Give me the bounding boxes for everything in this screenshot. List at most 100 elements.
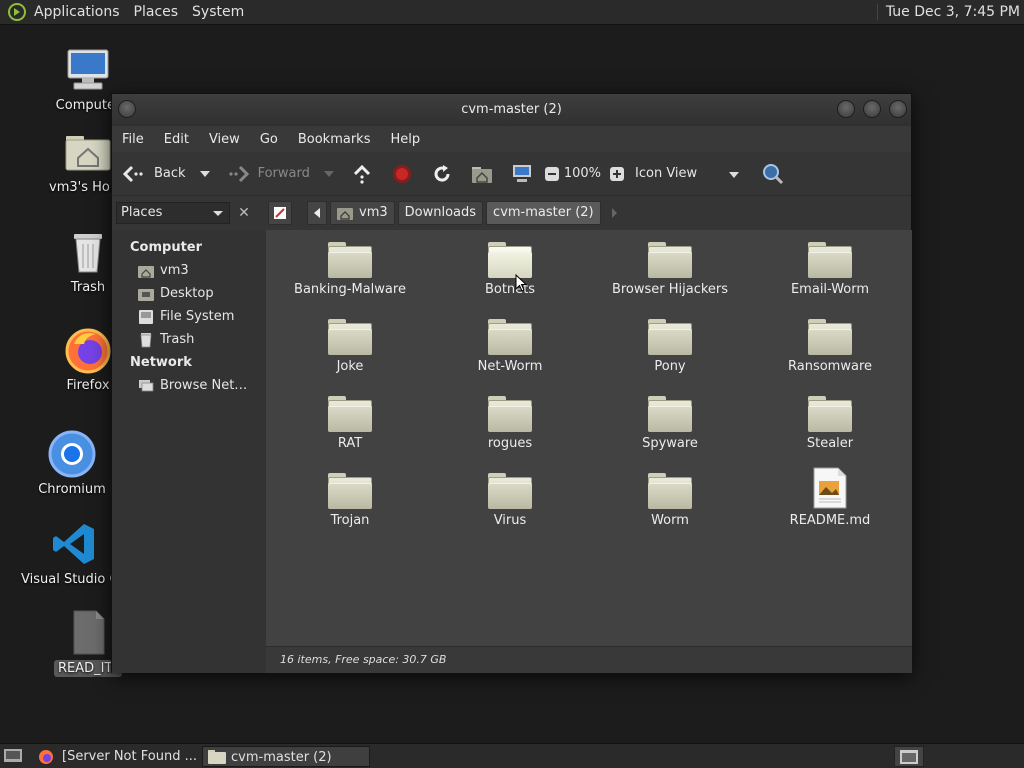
folder-item[interactable]: Ransomware [750,317,910,374]
chromium-icon [48,430,96,478]
toggle-location-entry-button[interactable] [268,201,292,225]
forward-arrow-icon [226,162,250,186]
vscode-icon [50,520,98,568]
folder-icon [328,394,372,432]
chevron-left-icon [314,208,320,218]
reload-icon[interactable] [430,162,454,186]
menu-go[interactable]: Go [260,132,278,147]
folder-item[interactable]: Stealer [750,394,910,451]
task-label: [Server Not Found ... [62,749,197,764]
task-label: cvm-master (2) [231,750,332,765]
text-file-icon [64,608,112,656]
folder-item[interactable]: Joke [270,317,430,374]
zoom-in-icon[interactable] [609,162,625,186]
item-label: Stealer [806,436,854,451]
folder-item[interactable]: Banking-Malware [270,240,430,297]
folder-item[interactable]: Net-Worm [430,317,590,374]
minimize-button[interactable] [837,100,855,118]
stop-icon[interactable] [390,162,414,186]
breadcrumb-downloads[interactable]: Downloads [397,201,484,225]
top-panel: Applications Places System Tue Dec 3, 7:… [0,0,1024,25]
breadcrumb: vm3 Downloads cvm-master (2) [268,201,617,225]
folder-icon [808,240,852,278]
folder-icon [648,471,692,509]
item-label: Spyware [642,436,698,451]
taskbar-item-firefox[interactable]: [Server Not Found ... [34,746,200,767]
close-sidebar-icon[interactable]: ✕ [234,202,254,224]
file-item[interactable]: README.md [750,467,910,528]
item-label: rogues [487,436,533,451]
breadcrumb-home[interactable]: vm3 [330,201,395,225]
window-menu-button[interactable] [118,100,136,118]
menu-view[interactable]: View [209,132,240,147]
home-icon[interactable] [470,162,494,186]
menu-help[interactable]: Help [390,132,420,147]
folder-item[interactable]: Pony [590,317,750,374]
maximize-button[interactable] [863,100,881,118]
back-button[interactable]: Back [122,162,210,186]
item-label: RAT [337,436,363,451]
places-menu[interactable]: Places [134,4,179,20]
up-arrow-icon[interactable] [350,162,374,186]
distro-logo-icon[interactable] [8,3,26,21]
folder-item[interactable]: Spyware [590,394,750,451]
item-label: Banking-Malware [294,282,406,297]
sidebar-item-file-system[interactable]: File System [112,305,266,328]
folder-item[interactable]: Worm [590,471,750,528]
sidebar-item-desktop[interactable]: Desktop [112,282,266,305]
applications-menu[interactable]: Applications [34,4,120,20]
folder-icon [488,240,532,278]
chevron-right-icon[interactable] [611,208,617,218]
back-history-dropdown-icon[interactable] [199,170,210,177]
search-icon[interactable] [761,162,785,186]
zoom-level[interactable]: 100% [564,166,601,181]
folder-icon [488,471,532,509]
forward-button[interactable]: Forward [226,162,334,186]
menu-file[interactable]: File [122,132,144,147]
firefox-icon [39,750,53,764]
location-bar: Places ✕ vm3 Downloads cvm-master (2) [112,196,911,230]
item-label: Net-Worm [477,359,543,374]
folder-item[interactable]: rogues [430,394,590,451]
item-label: Trojan [330,513,370,528]
breadcrumb-current[interactable]: cvm-master (2) [486,201,601,225]
item-label: Virus [493,513,527,528]
clock[interactable]: Tue Dec 3, 7:45 PM [876,4,1020,20]
workspace-switcher[interactable] [894,746,924,767]
folder-item[interactable]: Trojan [270,471,430,528]
sidebar-item-trash[interactable]: Trash [112,328,266,351]
forward-history-dropdown-icon[interactable] [323,170,334,177]
menu-edit[interactable]: Edit [164,132,189,147]
home-folder-icon [64,128,112,176]
item-label: Ransomware [788,359,872,374]
show-desktop-icon[interactable] [3,747,23,768]
sidebar-item-browse-network[interactable]: Browse Net… [112,374,266,397]
folder-item[interactable]: RAT [270,394,430,451]
menubar: File Edit View Go Bookmarks Help [112,126,911,152]
system-menu[interactable]: System [192,4,244,20]
folder-item[interactable]: Browser Hijackers [590,240,750,297]
sidebar-heading-computer: Computer [130,240,203,255]
item-label: Pony [654,359,686,374]
drive-icon [138,309,154,325]
breadcrumb-left-arrow[interactable] [307,201,327,225]
window-titlebar[interactable]: cvm-master (2) [112,94,911,126]
folder-item[interactable]: Email-Worm [750,240,910,297]
folder-icon [208,750,226,764]
folder-item[interactable]: Botnets [430,240,590,297]
view-mode-select[interactable]: Icon View [635,166,745,181]
zoom-out-icon[interactable] [544,162,560,186]
forward-label: Forward [257,166,310,181]
taskbar-item-file-manager[interactable]: cvm-master (2) [202,746,370,767]
home-icon [337,208,353,220]
folder-icon [808,317,852,355]
back-arrow-icon [122,162,146,186]
menu-bookmarks[interactable]: Bookmarks [298,132,371,147]
sidebar-item-label: Trash [160,332,195,347]
sidebar-item-vm3[interactable]: vm3 [112,259,266,282]
computer-icon[interactable] [510,162,534,186]
folder-item[interactable]: Virus [430,471,590,528]
item-label: Browser Hijackers [611,282,729,297]
sidebar-selector[interactable]: Places [116,202,230,224]
close-window-button[interactable] [889,100,907,118]
